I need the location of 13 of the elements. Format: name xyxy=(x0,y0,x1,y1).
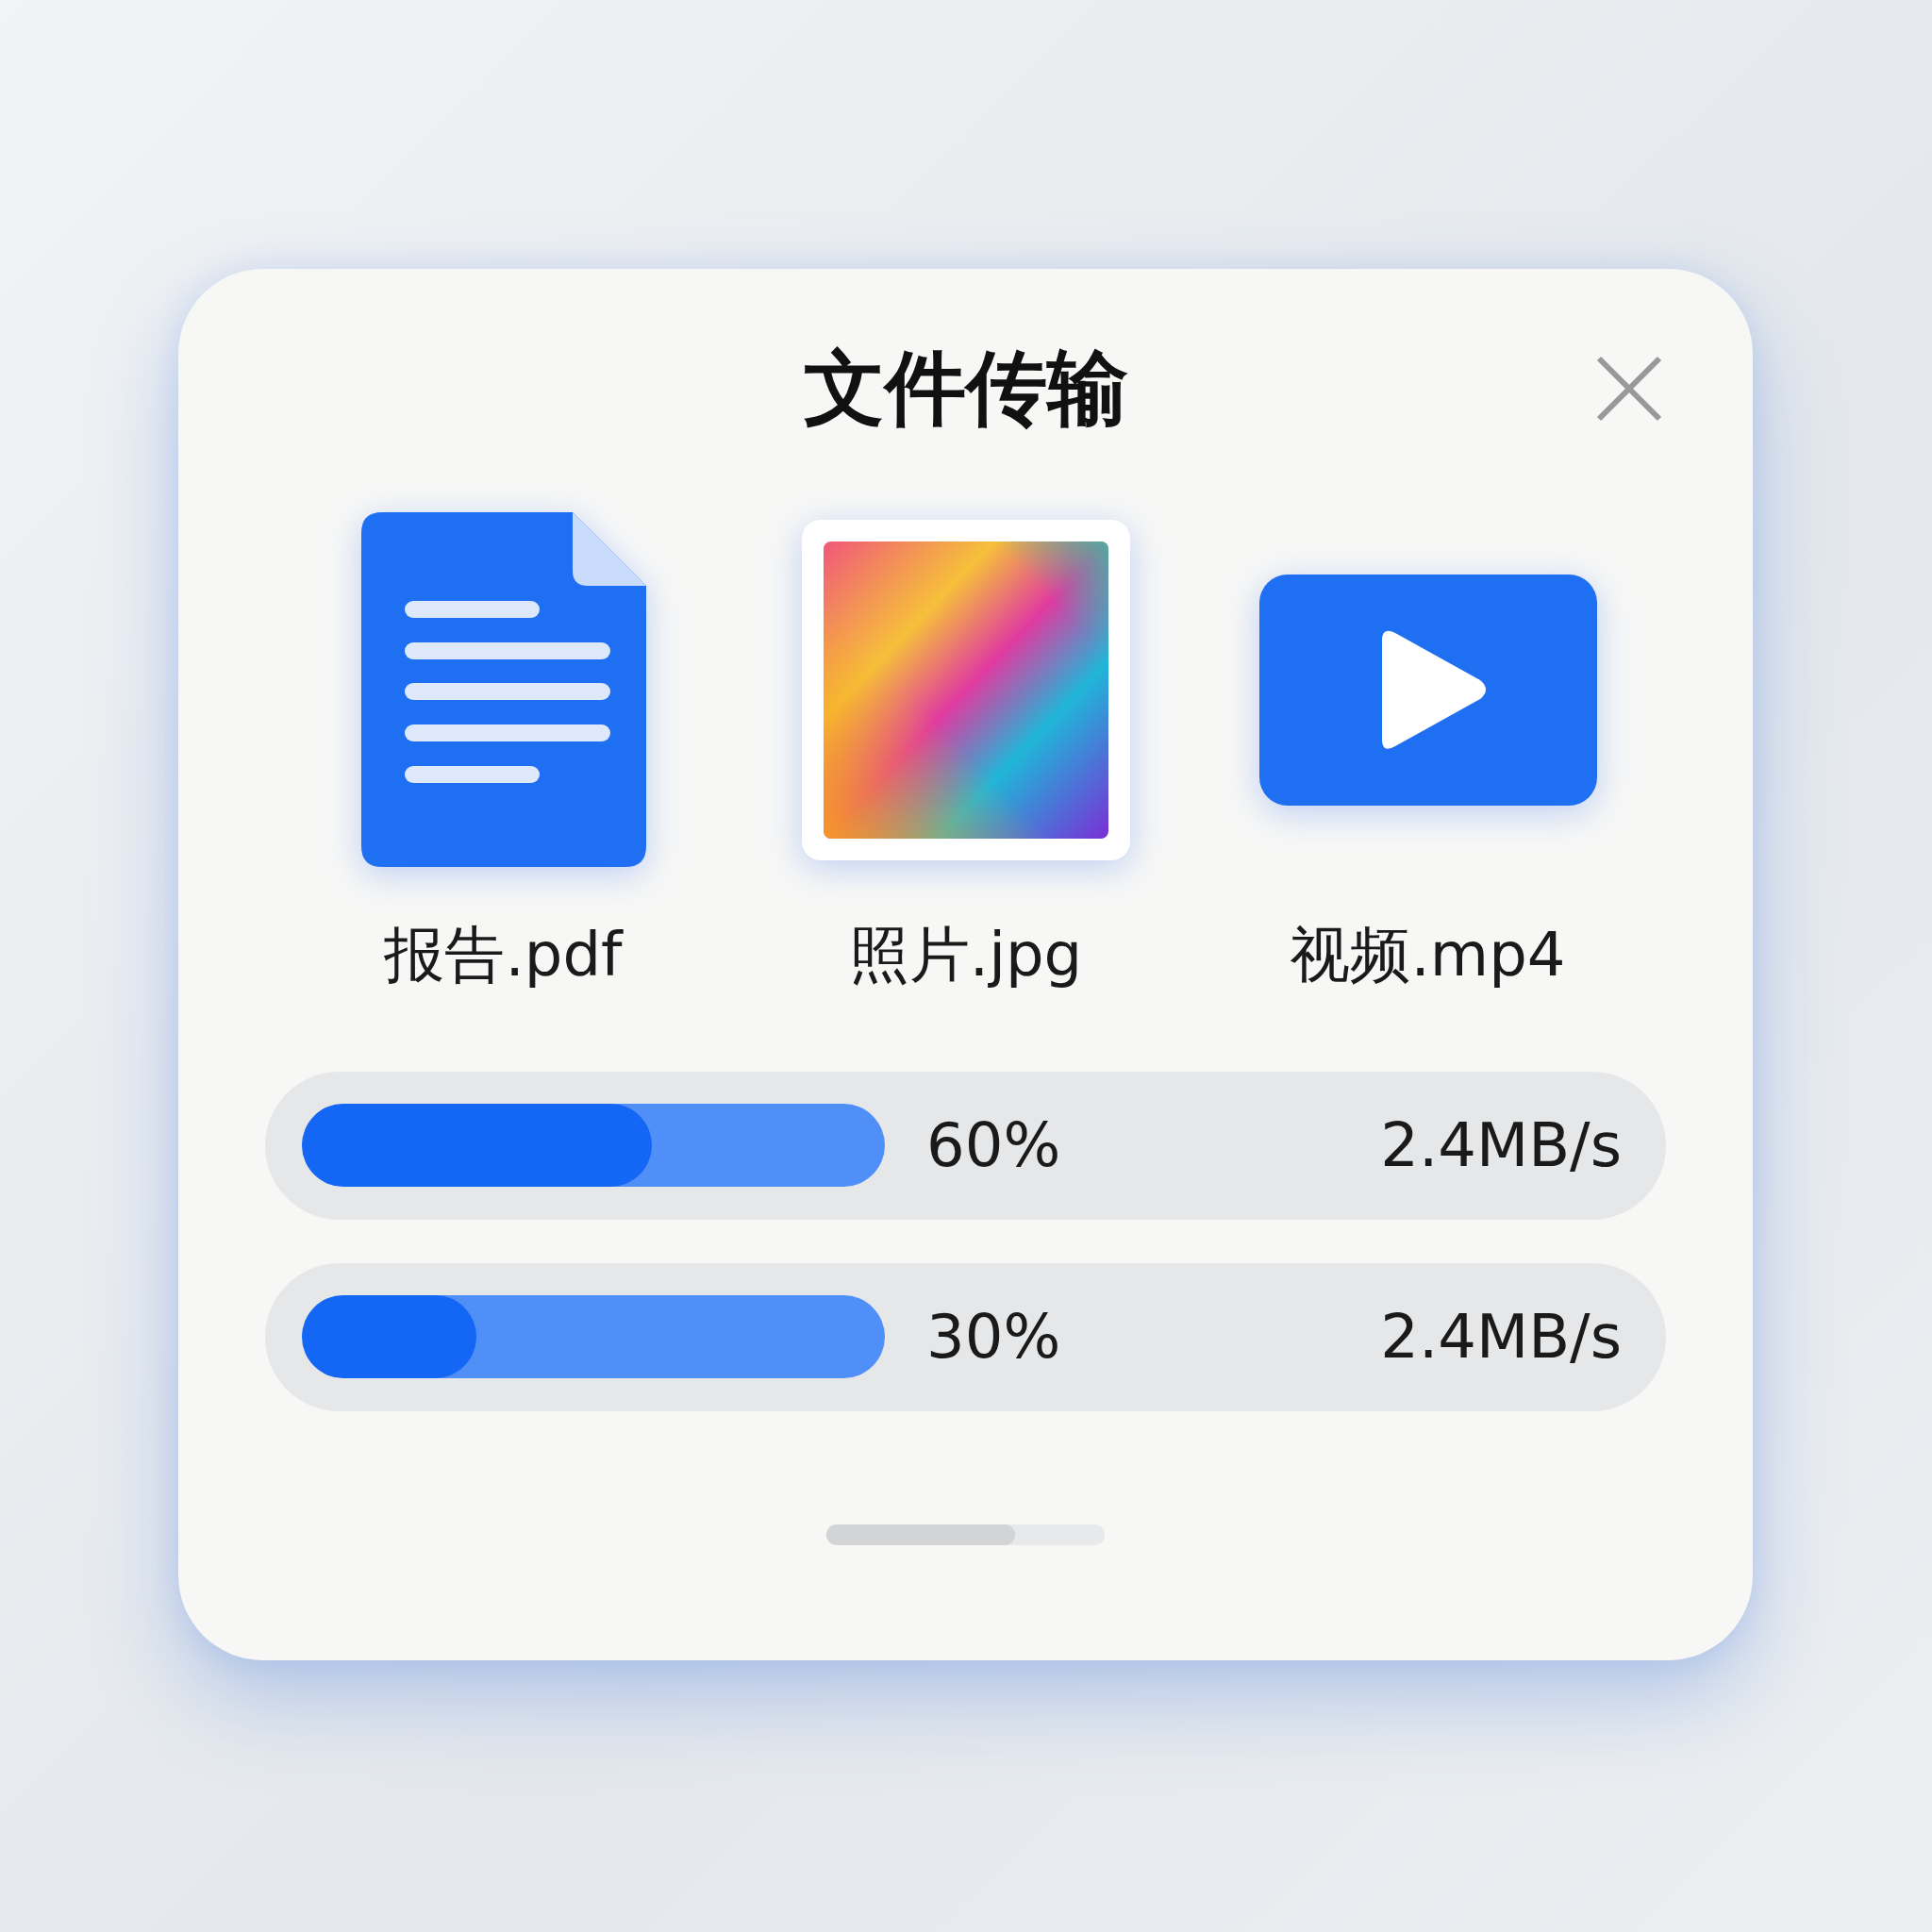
image-icon xyxy=(801,519,1130,860)
close-icon xyxy=(1595,354,1663,423)
file-name: 照片.jpg xyxy=(848,922,1083,989)
speed-text: 2.4MB/s xyxy=(1380,1110,1622,1181)
file-name: 报告.pdf xyxy=(384,922,623,989)
dialog-title: 文件传输 xyxy=(803,340,1128,437)
file-name: 视频.mp4 xyxy=(1290,922,1566,989)
close-button[interactable] xyxy=(1595,354,1663,423)
percent-text: 30% xyxy=(926,1302,1062,1373)
document-icon xyxy=(360,512,646,868)
video-play-icon xyxy=(1258,574,1597,806)
percent-text: 60% xyxy=(926,1110,1062,1181)
speed-text: 2.4MB/s xyxy=(1380,1302,1622,1373)
